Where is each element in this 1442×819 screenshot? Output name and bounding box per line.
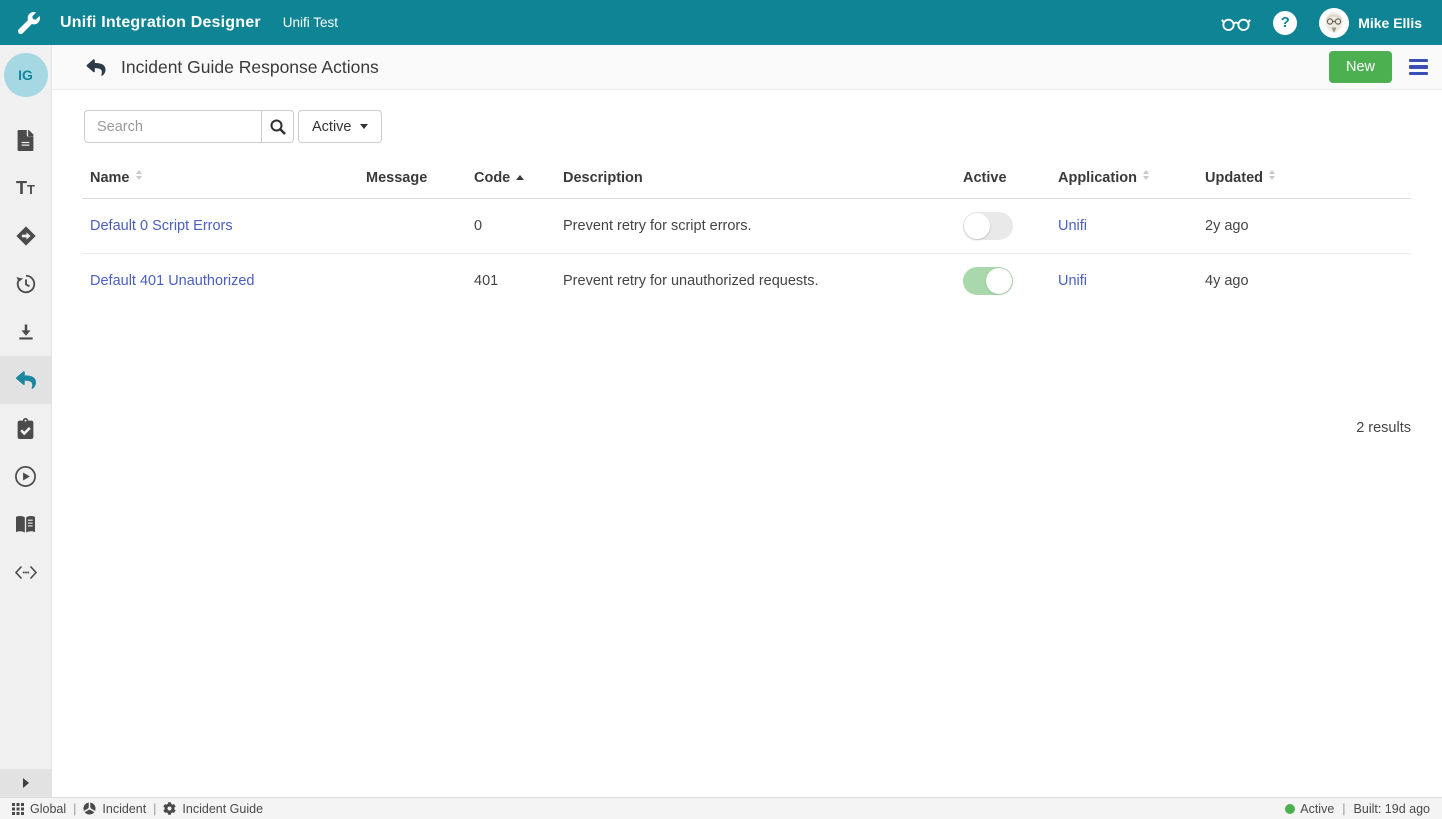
breadcrumb-application[interactable]: Incident: [83, 802, 146, 816]
application-icon: [83, 802, 96, 815]
breadcrumb-separator: |: [153, 802, 156, 816]
status-dot-icon: [1285, 804, 1295, 814]
sort-icon: [1143, 170, 1149, 180]
active-toggle[interactable]: [963, 212, 1013, 240]
application-link[interactable]: Unifi: [1058, 218, 1087, 234]
sidebar-item-download[interactable]: [0, 308, 52, 356]
sidebar-expand-button[interactable]: [0, 769, 52, 797]
history-icon: [15, 273, 37, 295]
user-menu[interactable]: Mike Ellis: [1319, 8, 1422, 38]
user-name: Mike Ellis: [1358, 15, 1422, 31]
sidebar-item-response-actions[interactable]: [0, 356, 52, 404]
status-separator: |: [1342, 802, 1345, 816]
search-button[interactable]: [261, 110, 294, 143]
code-cell: 0: [466, 199, 555, 254]
page-header: Incident Guide Response Actions New: [52, 45, 1442, 90]
response-reply-icon: [15, 370, 37, 390]
caret-down-icon: [360, 124, 368, 129]
column-header-updated[interactable]: Updated: [1197, 160, 1411, 199]
grid-icon: [12, 803, 24, 815]
record-link[interactable]: Default 0 Script Errors: [90, 218, 233, 234]
column-header-application[interactable]: Application: [1050, 160, 1197, 199]
wrench-icon: [18, 12, 40, 34]
footer-status: Active | Built: 19d ago: [1285, 802, 1430, 816]
column-header-code[interactable]: Code: [466, 160, 555, 199]
download-icon: [16, 322, 36, 342]
document-icon: [17, 130, 34, 151]
page-title: Incident Guide Response Actions: [121, 57, 379, 78]
user-avatar[interactable]: [1319, 8, 1349, 38]
menu-button[interactable]: [1409, 59, 1428, 76]
updated-cell: 2y ago: [1197, 199, 1411, 254]
state-filter-value: Active: [312, 119, 352, 135]
top-navbar: Unifi Integration Designer Unifi Test ?: [0, 0, 1442, 45]
status-label: Active: [1300, 802, 1334, 816]
hamburger-icon: [1409, 59, 1428, 63]
text-fields-icon: TT: [16, 179, 35, 198]
sidebar-item-docs[interactable]: [0, 500, 52, 548]
workflow-diamond-icon: [15, 225, 37, 247]
column-header-message: Message: [358, 160, 466, 199]
sidebar-item-tasks[interactable]: [0, 404, 52, 452]
table-row: Default 0 Script Errors 0 Prevent retry …: [82, 199, 1411, 254]
integration-badge[interactable]: IG: [4, 53, 48, 97]
response-actions-table: Name Message Code Description Active: [82, 160, 1411, 308]
breadcrumb-separator: |: [73, 802, 76, 816]
breadcrumb-scope[interactable]: Global: [12, 802, 66, 816]
code-icon: [14, 564, 38, 581]
sidebar-item-document[interactable]: [0, 116, 52, 164]
navbar-actions: ? Mike Ellis: [1221, 8, 1422, 38]
search-input[interactable]: [84, 110, 262, 143]
message-cell: [358, 254, 466, 309]
sidebar-item-text-fields[interactable]: TT: [0, 164, 52, 212]
search-icon: [270, 119, 286, 135]
table-header-row: Name Message Code Description Active: [82, 160, 1411, 199]
sort-icon: [1269, 170, 1275, 180]
active-toggle[interactable]: [963, 267, 1013, 295]
sidebar-items: TT: [0, 116, 52, 596]
content-area: Active Name Message: [52, 90, 1442, 797]
description-cell: Prevent retry for unauthorized requests.: [555, 254, 955, 309]
new-button[interactable]: New: [1329, 51, 1392, 83]
app-title: Unifi Integration Designer: [60, 14, 261, 32]
description-cell: Prevent retry for script errors.: [555, 199, 955, 254]
help-glyph: ?: [1281, 14, 1290, 31]
updated-cell: 4y ago: [1197, 254, 1411, 309]
sidebar-item-code[interactable]: [0, 548, 52, 596]
message-cell: [358, 199, 466, 254]
breadcrumb-module[interactable]: Incident Guide: [163, 802, 263, 816]
tasks-clipboard-icon: [17, 418, 34, 439]
results-count: 2 results: [82, 420, 1411, 436]
left-sidebar: IG TT: [0, 45, 52, 797]
glasses-icon[interactable]: [1221, 13, 1251, 33]
sidebar-item-history[interactable]: [0, 260, 52, 308]
sidebar-item-workflow[interactable]: [0, 212, 52, 260]
status-footer: Global | Incident | Incident Guide Activ…: [0, 797, 1442, 819]
column-header-name[interactable]: Name: [82, 160, 358, 199]
environment-name[interactable]: Unifi Test: [283, 15, 338, 30]
state-filter-dropdown[interactable]: Active: [298, 110, 382, 143]
record-link[interactable]: Default 401 Unauthorized: [90, 273, 254, 289]
gear-icon: [163, 802, 176, 815]
help-button[interactable]: ?: [1273, 11, 1297, 35]
column-header-active: Active: [955, 160, 1050, 199]
built-label: Built: 19d ago: [1354, 802, 1430, 816]
back-button[interactable]: [85, 58, 107, 77]
chevron-right-icon: [23, 778, 29, 788]
docs-book-icon: [14, 515, 37, 534]
column-header-description: Description: [555, 160, 955, 199]
avatar-face-icon: [1320, 9, 1348, 37]
code-cell: 401: [466, 254, 555, 309]
sidebar-item-run[interactable]: [0, 452, 52, 500]
main-panel: Incident Guide Response Actions New Acti…: [52, 45, 1442, 797]
application-link[interactable]: Unifi: [1058, 273, 1087, 289]
sort-asc-icon: [516, 175, 524, 180]
run-play-icon: [14, 465, 37, 488]
sort-icon: [136, 170, 142, 180]
list-controls: Active: [84, 110, 1411, 143]
table-row: Default 401 Unauthorized 401 Prevent ret…: [82, 254, 1411, 309]
